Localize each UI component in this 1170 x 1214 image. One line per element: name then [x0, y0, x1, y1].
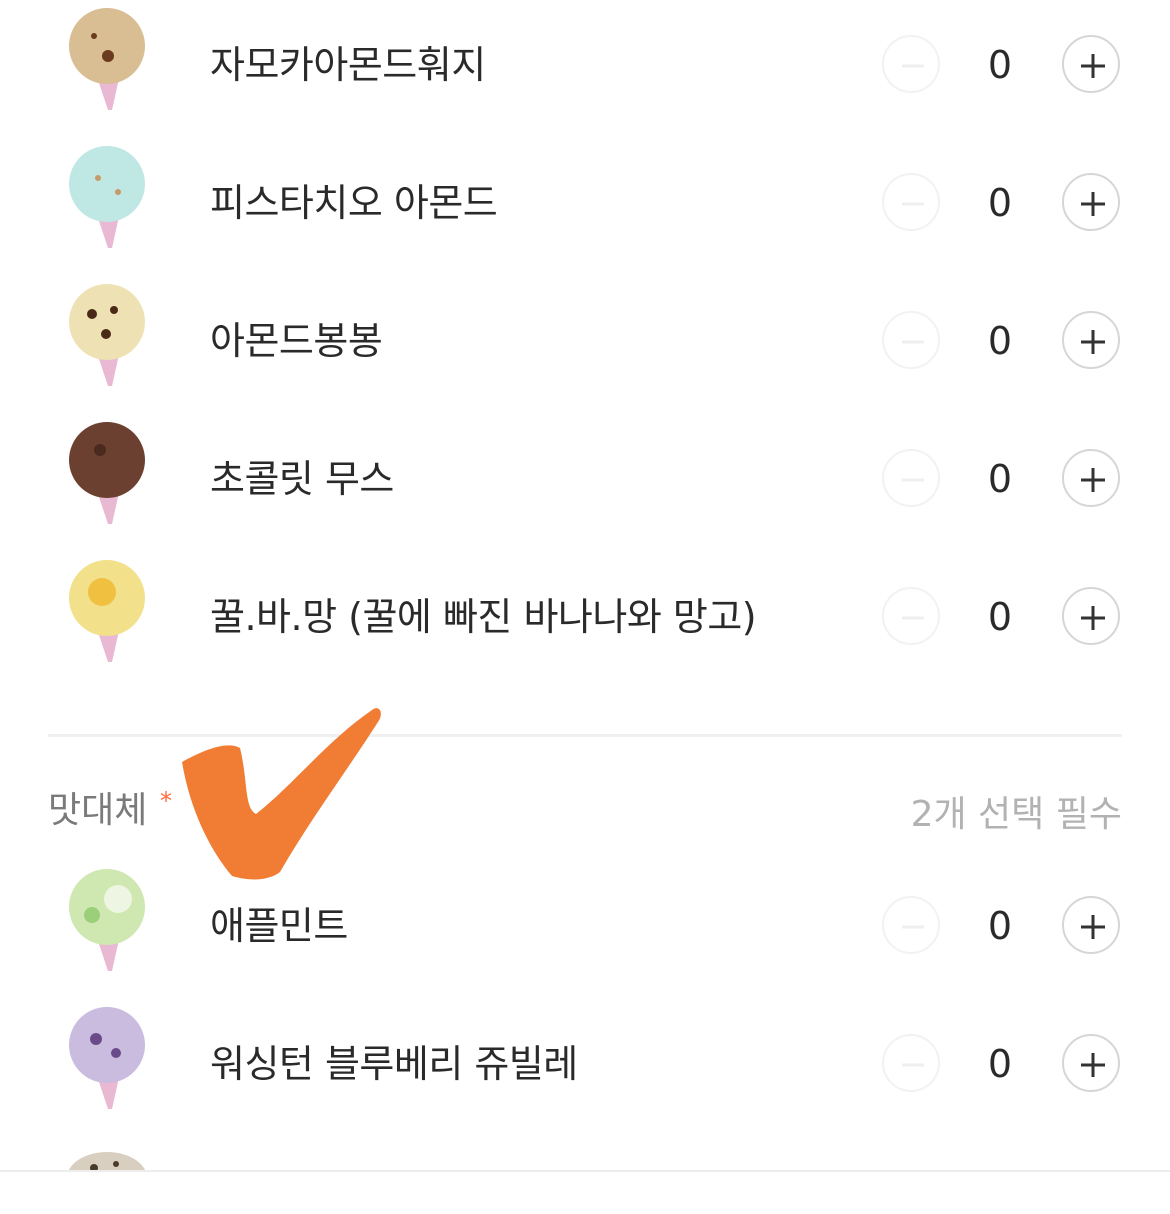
- required-mark: *: [160, 787, 172, 815]
- increase-button[interactable]: [1062, 35, 1120, 93]
- increase-button[interactable]: [1062, 173, 1120, 231]
- ice-cream-thumbnail: [62, 867, 152, 977]
- quantity-value: 0: [987, 904, 1013, 948]
- increase-button[interactable]: [1062, 449, 1120, 507]
- ice-cream-thumbnail: [62, 1005, 152, 1115]
- increase-button[interactable]: [1062, 311, 1120, 369]
- decrease-button[interactable]: [882, 311, 940, 369]
- section-title: 맛대체: [48, 790, 148, 831]
- decrease-button[interactable]: [882, 1034, 940, 1092]
- ice-cream-thumbnail: [62, 6, 152, 116]
- ice-cream-thumbnail: [62, 144, 152, 254]
- decrease-button[interactable]: [882, 896, 940, 954]
- decrease-button[interactable]: [882, 587, 940, 645]
- decrease-button[interactable]: [882, 449, 940, 507]
- flavor-name: 애플민트: [210, 904, 348, 948]
- flavor-name: 꿀.바.망 (꿀에 빠진 바나나와 망고): [210, 595, 757, 639]
- list-item: 자모카아몬드훠지 0: [0, 0, 1170, 134]
- flavor-name: 초콜릿 무스: [210, 457, 394, 501]
- list-item: 애플민트 0: [0, 857, 1170, 995]
- quantity-value: 0: [987, 319, 1013, 363]
- ice-cream-thumbnail: [62, 420, 152, 530]
- flavor-name: 자모카아몬드훠지: [210, 43, 486, 87]
- quantity-value: 0: [987, 457, 1013, 501]
- section-header: 맛대체 * 2개 선택 필수: [48, 785, 1122, 841]
- bottom-bar-border: [0, 1170, 1170, 1172]
- list-item: 꿀.바.망 (꿀에 빠진 바나나와 망고) 0: [0, 548, 1170, 686]
- flavor-name: 아몬드봉봉: [210, 319, 383, 363]
- increase-button[interactable]: [1062, 896, 1120, 954]
- list-item: 초콜릿 무스 0: [0, 410, 1170, 548]
- decrease-button[interactable]: [882, 35, 940, 93]
- list-item: 피스타치오 아몬드 0: [0, 134, 1170, 272]
- ice-cream-thumbnail: [62, 558, 152, 668]
- flavor-name: 피스타치오 아몬드: [210, 181, 498, 225]
- decrease-button[interactable]: [882, 173, 940, 231]
- ice-cream-thumbnail-partial: [64, 1150, 150, 1170]
- quantity-value: 0: [987, 1042, 1013, 1086]
- selection-requirement-hint: 2개 선택 필수: [910, 794, 1122, 835]
- section-divider: [48, 734, 1122, 737]
- quantity-value: 0: [987, 181, 1013, 225]
- quantity-value: 0: [987, 595, 1013, 639]
- increase-button[interactable]: [1062, 1034, 1120, 1092]
- ice-cream-thumbnail: [62, 282, 152, 392]
- list-item: 워싱턴 블루베리 쥬빌레 0: [0, 995, 1170, 1133]
- list-item: 아몬드봉봉 0: [0, 272, 1170, 410]
- increase-button[interactable]: [1062, 587, 1120, 645]
- flavor-name: 워싱턴 블루베리 쥬빌레: [210, 1042, 578, 1086]
- quantity-value: 0: [987, 43, 1013, 87]
